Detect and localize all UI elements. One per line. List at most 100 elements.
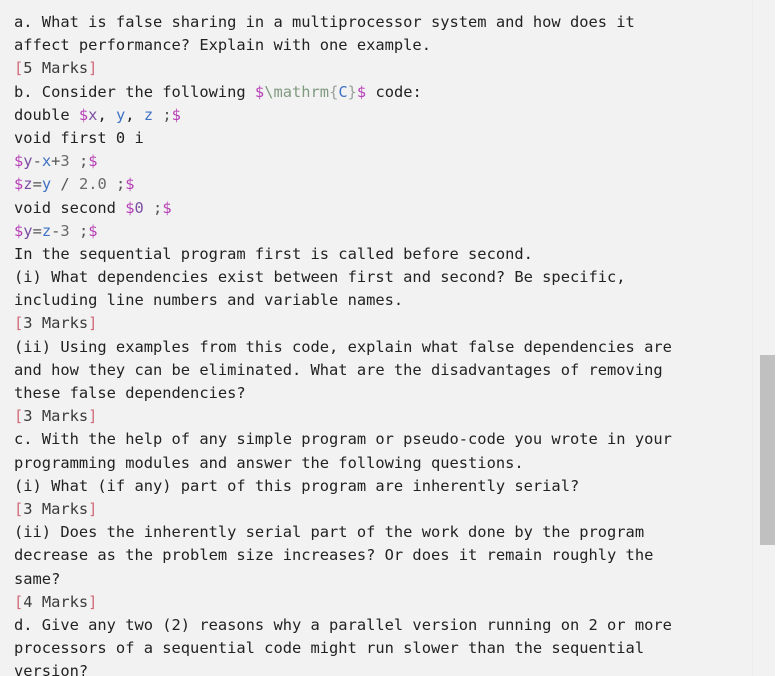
code-token: z: [41, 221, 52, 240]
code-token: including line numbers and variable name…: [14, 291, 404, 310]
code-line[interactable]: [3 Marks]: [14, 405, 752, 428]
code-token: $: [14, 152, 24, 171]
code-token: y: [115, 105, 126, 124]
page-edge: [775, 0, 783, 676]
code-line[interactable]: $y=z-3 ;$: [14, 220, 752, 243]
code-line[interactable]: double $x, y, z ;$: [14, 104, 752, 127]
code-token: x: [41, 152, 52, 171]
code-token: 0: [134, 198, 144, 217]
code-token: and how they can be eliminated. What are…: [14, 360, 663, 379]
code-line[interactable]: [5 Marks]: [14, 57, 752, 80]
code-token: $: [88, 221, 98, 240]
code-token: programming modules and answer the follo…: [14, 453, 524, 472]
code-token: C: [338, 82, 348, 101]
code-token: ]: [88, 592, 98, 611]
code-token: [: [14, 407, 24, 426]
code-line[interactable]: [3 Marks]: [14, 312, 752, 335]
code-line[interactable]: (ii) Does the inherently serial part of …: [14, 521, 752, 544]
code-token: decrease as the problem size increases? …: [14, 546, 654, 565]
code-token: [: [14, 592, 24, 611]
code-token: [: [14, 59, 24, 78]
code-token: 4 Marks: [23, 592, 89, 611]
code-token: ]: [88, 59, 98, 78]
code-token: $: [356, 82, 367, 101]
code-token: =: [32, 175, 42, 194]
code-line[interactable]: affect performance? Explain with one exa…: [14, 34, 752, 57]
code-token: 5 Marks: [23, 59, 89, 78]
code-token: z: [143, 105, 154, 124]
code-token: $: [14, 175, 24, 194]
code-token: ;: [106, 175, 126, 194]
code-token: In the sequential program first is calle…: [14, 244, 533, 263]
code-line[interactable]: b. Consider the following $\mathrm{C}$ c…: [14, 81, 752, 104]
code-token: a. What is false sharing in a multiproce…: [14, 13, 635, 31]
code-token: 3 Marks: [23, 499, 89, 518]
code-token: 3 Marks: [23, 314, 89, 333]
code-line[interactable]: these false dependencies?: [14, 382, 752, 405]
code-token: ;: [153, 105, 172, 124]
code-line[interactable]: d. Give any two (2) reasons why a parall…: [14, 614, 752, 637]
code-token: 3 Marks: [23, 407, 89, 426]
code-line[interactable]: In the sequential program first is calle…: [14, 243, 752, 266]
code-line[interactable]: void second $0 ;$: [14, 197, 752, 220]
code-token: d. Give any two (2) reasons why a parall…: [14, 615, 672, 634]
code-token: 3: [60, 221, 70, 240]
code-token: void second: [14, 198, 126, 217]
code-token: \mathrm: [264, 82, 330, 101]
code-editing-area[interactable]: a. What is false sharing in a multiproce…: [0, 0, 752, 676]
code-token: z: [23, 175, 33, 194]
code-token: ,: [125, 105, 144, 124]
code-line[interactable]: programming modules and answer the follo…: [14, 452, 752, 475]
code-token: version?: [14, 662, 89, 676]
code-line[interactable]: void first 0 i: [14, 127, 752, 150]
code-token: }: [347, 82, 357, 101]
code-line[interactable]: [3 Marks]: [14, 498, 752, 521]
code-line[interactable]: processors of a sequential code might ru…: [14, 637, 752, 660]
code-token: ]: [88, 407, 98, 426]
code-line[interactable]: (i) What (if any) part of this program a…: [14, 475, 752, 498]
code-line[interactable]: c. With the help of any simple program o…: [14, 428, 752, 451]
code-token: ]: [88, 314, 98, 333]
code-line[interactable]: and how they can be eliminated. What are…: [14, 359, 752, 382]
code-token: void first 0 i: [14, 128, 144, 147]
code-token: 2.0: [78, 175, 107, 194]
code-line[interactable]: $y-x+3 ;$: [14, 150, 752, 173]
code-token: (ii) Does the inherently serial part of …: [14, 523, 645, 542]
code-token: processors of a sequential code might ru…: [14, 639, 645, 658]
code-token: ;: [143, 198, 163, 217]
text-editor[interactable]: a. What is false sharing in a multiproce…: [0, 0, 783, 676]
code-token: =: [32, 221, 42, 240]
code-token: $: [88, 152, 98, 171]
code-token: y: [23, 152, 33, 171]
code-token: (i) What dependencies exist between firs…: [14, 268, 626, 287]
code-token: c. With the help of any simple program o…: [14, 430, 672, 449]
code-token: /: [51, 175, 79, 194]
code-line[interactable]: version?: [14, 660, 752, 676]
code-line[interactable]: (i) What dependencies exist between firs…: [14, 266, 752, 289]
code-token: b. Consider the following: [14, 82, 255, 101]
code-token: affect performance? Explain with one exa…: [14, 36, 431, 55]
code-token: (ii) Using examples from this code, expl…: [14, 337, 672, 356]
code-token: y: [41, 175, 52, 194]
code-line[interactable]: [4 Marks]: [14, 591, 752, 614]
code-token: ]: [88, 499, 98, 518]
code-token: y: [23, 221, 33, 240]
code-token: ,: [97, 105, 116, 124]
code-line[interactable]: same?: [14, 568, 752, 591]
code-line[interactable]: a. What is false sharing in a multiproce…: [14, 11, 752, 34]
code-line[interactable]: $z=y / 2.0 ;$: [14, 173, 752, 196]
code-token: $: [171, 105, 181, 124]
code-token: -: [32, 152, 42, 171]
code-token: {: [329, 82, 339, 101]
code-token: -: [51, 221, 61, 240]
code-token: +: [51, 152, 61, 171]
code-line[interactable]: decrease as the problem size increases? …: [14, 544, 752, 567]
code-line[interactable]: (ii) Using examples from this code, expl…: [14, 336, 752, 359]
code-token: [: [14, 499, 24, 518]
code-line[interactable]: including line numbers and variable name…: [14, 289, 752, 312]
code-token: [: [14, 314, 24, 333]
code-token: same?: [14, 569, 61, 588]
code-token: 3: [60, 152, 70, 171]
code-token: $: [14, 221, 24, 240]
code-token: these false dependencies?: [14, 384, 246, 402]
